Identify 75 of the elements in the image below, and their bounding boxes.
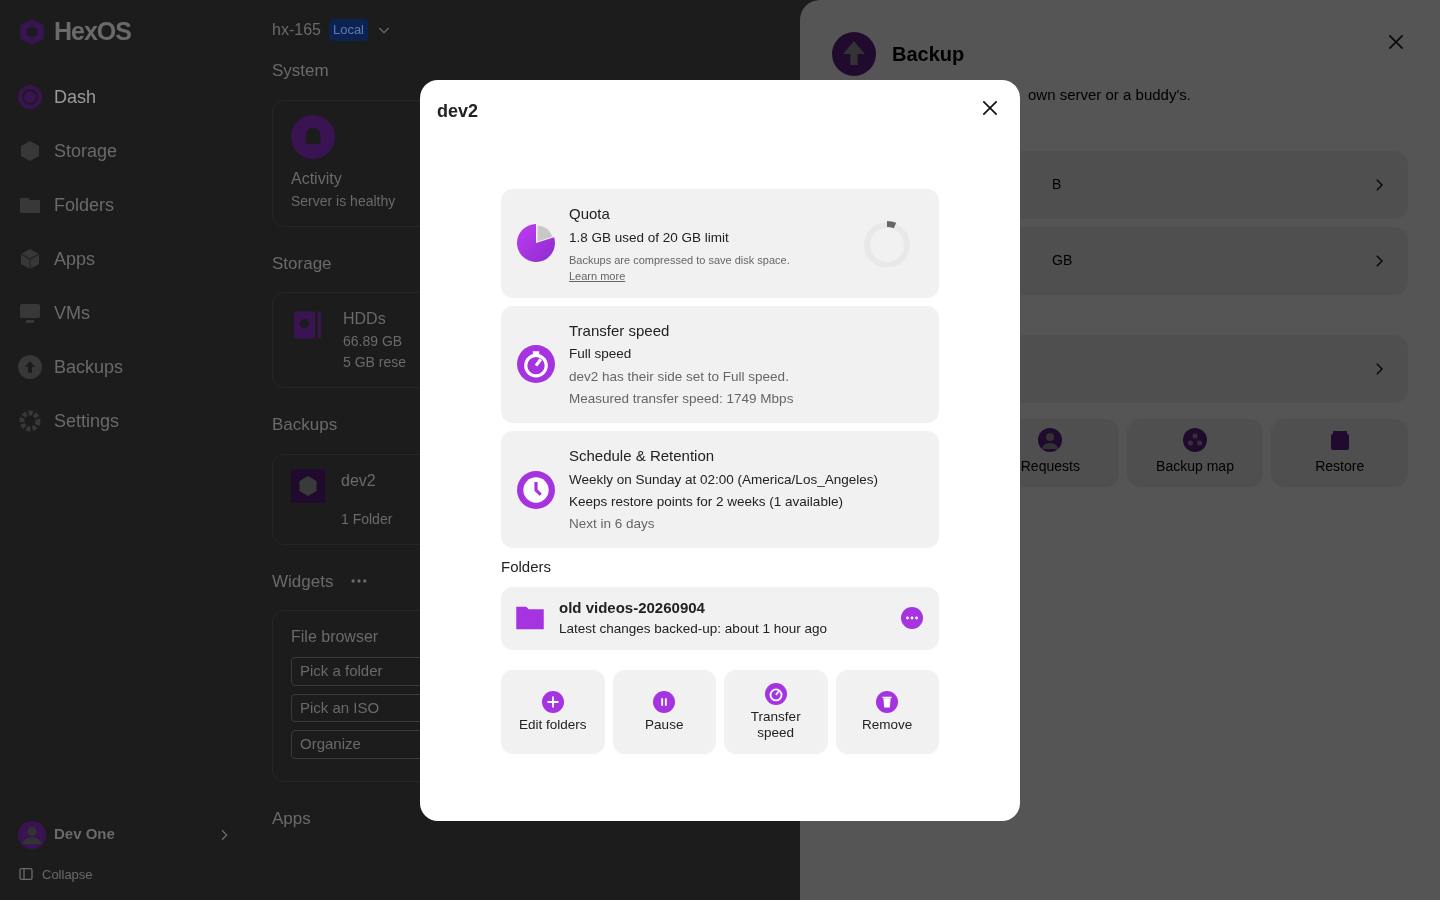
server-name: hx-165	[272, 20, 321, 40]
card-subtitle: Server is healthy	[291, 191, 397, 211]
upload-icon	[18, 355, 42, 379]
dashboard-icon	[18, 85, 42, 109]
card-text: Weekly on Sunday at 02:00 (America/Los_Angeles)	[569, 470, 879, 489]
server-badge: Local	[328, 19, 368, 41]
section-heading: Widgets	[272, 570, 334, 593]
cube-icon	[18, 247, 42, 271]
gauge-icon	[517, 345, 555, 384]
action-button[interactable]: Remove	[835, 669, 939, 754]
person-icon	[1038, 428, 1063, 452]
storage-line: 5 GB rese	[343, 353, 407, 372]
dialog-title: dev2	[437, 100, 480, 123]
card-title: Transfer speed	[569, 320, 671, 341]
card-title: dev2	[341, 470, 377, 491]
nav-item[interactable]: Settings	[18, 394, 232, 448]
upload-icon	[832, 32, 876, 76]
hexagon-logo-icon	[18, 16, 46, 48]
nav-item[interactable]: Folders	[18, 178, 232, 232]
panel-tile[interactable]: Restore	[1271, 418, 1408, 487]
card-title: File browser	[291, 627, 380, 647]
card-note: Backups are compressed to save disk space. Learn more	[569, 252, 791, 284]
trash-icon	[876, 690, 899, 713]
nav-item[interactable]: Apps	[18, 232, 232, 286]
hexagon-icon	[18, 139, 42, 163]
plus-icon	[541, 690, 564, 713]
section-heading: Storage	[272, 252, 332, 275]
clock-icon	[517, 470, 555, 509]
action-button[interactable]: Pause	[612, 669, 716, 754]
bell-icon	[291, 114, 335, 159]
action-button[interactable]: Edit folders	[501, 669, 605, 754]
pause-icon	[653, 690, 676, 713]
close-icon	[980, 98, 1000, 118]
card-title: HDDs	[343, 309, 387, 329]
card-text: 1.8 GB used of 20 GB limit	[569, 228, 730, 247]
close-icon	[1386, 32, 1406, 52]
nav-item[interactable]: Storage	[18, 124, 232, 178]
learn-more-link[interactable]: Learn more	[569, 269, 626, 282]
section-heading: System	[272, 60, 329, 82]
gauge-icon	[764, 682, 787, 705]
loading-spinner-icon	[863, 219, 911, 268]
logo-text: HexOS	[54, 16, 131, 48]
section-heading: Apps	[272, 807, 311, 830]
nav-item[interactable]: Dash	[18, 70, 232, 124]
panel-tile[interactable]: Backup map	[1126, 418, 1264, 487]
nav-item[interactable]: Backups	[18, 340, 232, 394]
card-title: Schedule & Retention	[569, 446, 716, 466]
sidebar-icon	[18, 866, 34, 883]
section-heading: Folders	[501, 557, 553, 578]
network-icon	[1183, 428, 1207, 452]
monitor-icon	[18, 301, 42, 325]
card-note: Next in 6 days	[569, 515, 656, 533]
collapse-button[interactable]: Collapse	[18, 864, 232, 884]
card-subtitle: 1 Folder	[341, 509, 393, 529]
pie-chart-icon	[517, 224, 555, 263]
card-note: Measured transfer speed: 1749 Mbps	[569, 389, 795, 408]
more-button[interactable]	[901, 607, 923, 630]
card-text: Keeps restore points for 2 weeks (1 available)	[569, 492, 844, 511]
server-selector[interactable]: hx-165 Local	[272, 12, 392, 48]
panel-subtitle: own server or a buddy's.	[1028, 85, 1192, 105]
user-menu[interactable]: Dev One	[18, 820, 232, 849]
card-text: Full speed	[569, 345, 633, 364]
storage-line: 66.89 GB	[343, 332, 404, 351]
folder-name: old videos-20260904	[559, 597, 706, 618]
action-button[interactable]: Transfer speed	[724, 669, 828, 754]
avatar-icon	[18, 820, 46, 849]
card-title: Quota	[569, 204, 611, 224]
panel-title: Backup	[892, 42, 965, 67]
more-icon	[901, 607, 923, 630]
nav-item[interactable]: VMs	[18, 286, 232, 340]
settings-icon	[18, 409, 42, 433]
section-heading: Backups	[272, 414, 338, 436]
folder-status: Latest changes backed-up: about 1 hour ago	[559, 620, 827, 639]
card-note: dev2 has their side set to Full speed.	[569, 367, 790, 386]
card-title: Activity	[291, 168, 343, 189]
